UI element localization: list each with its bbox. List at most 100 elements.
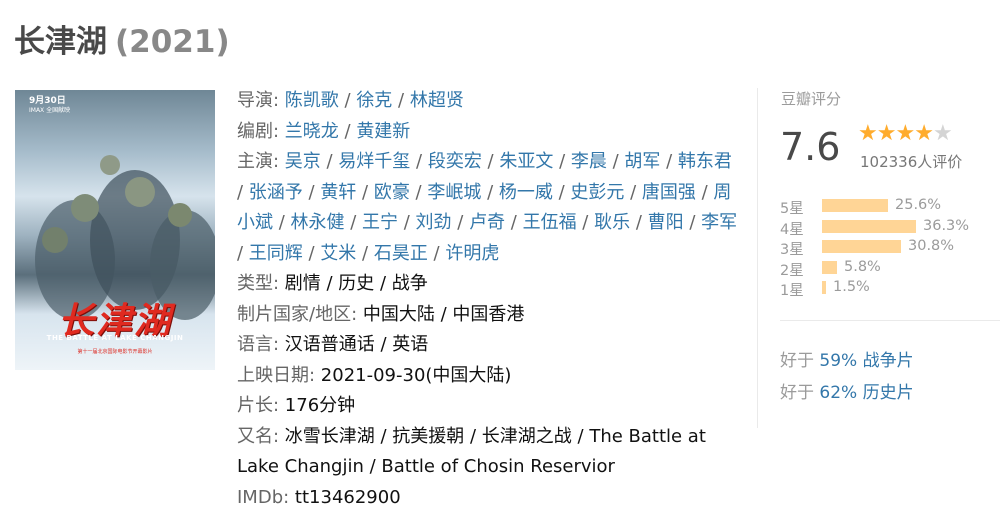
cast-link[interactable]: 艾米 [320, 243, 356, 264]
cast-link[interactable]: 许明虎 [445, 243, 499, 264]
cast-link[interactable]: 段奕宏 [428, 151, 482, 172]
aka-label: 又名 [237, 425, 273, 447]
cast-link[interactable]: 杨一威 [499, 182, 553, 203]
distribution-label: 4星 [780, 221, 804, 238]
cast-link[interactable]: 张涵予 [249, 182, 303, 203]
cast-link[interactable]: 王宁 [362, 212, 398, 233]
country-label: 制片国家/地区 [237, 303, 352, 325]
cast-link[interactable]: 史彭元 [570, 182, 624, 203]
separator: / [481, 151, 500, 172]
country-value: 中国大陆 / 中国香港 [362, 303, 525, 325]
distribution-row: 5星 25.6% [780, 197, 990, 218]
distribution-label: 2星 [780, 262, 804, 279]
separator: / [273, 212, 291, 233]
distribution-bar [822, 260, 837, 274]
imdb-label: IMDb [237, 486, 284, 508]
cast-link[interactable]: 王伍福 [523, 212, 577, 233]
cast-link[interactable]: 朱亚文 [499, 151, 553, 172]
separator: / [392, 90, 410, 111]
separator: / [552, 181, 571, 203]
separator: / [553, 151, 571, 172]
director-link[interactable]: 陈凯歌 [285, 90, 339, 111]
cast-link[interactable]: 耿乐 [594, 212, 630, 233]
cast-link[interactable]: 欧豪 [374, 182, 410, 203]
poster-footer: 第十一届北京国际电影节开幕影片 [77, 349, 153, 355]
separator: / [302, 242, 321, 264]
separator: / [630, 212, 648, 233]
director-link[interactable]: 徐克 [356, 90, 392, 111]
genre-label: 类型 [237, 273, 273, 294]
rating-score: 7.6 [780, 125, 841, 169]
better-than-prefix: 好于 [780, 351, 814, 371]
better-than-war-link[interactable]: 59% 战争片 [819, 351, 913, 371]
release-value: 2021-09-30(中国大陆) [320, 364, 512, 386]
writer-link[interactable]: 黄建新 [356, 121, 410, 142]
language-value: 汉语普通话 / 英语 [284, 334, 429, 355]
runtime-row: 片长: 176分钟 [237, 395, 356, 416]
separator: / [237, 181, 249, 203]
movie-year: (2021) [115, 24, 230, 60]
separator: / [576, 212, 595, 233]
cast-link[interactable]: 林永健 [291, 212, 345, 233]
separator: / [237, 242, 249, 264]
separator: / [451, 212, 470, 233]
cast-link[interactable]: 李军 [701, 212, 737, 233]
cast-link[interactable]: 胡军 [624, 151, 660, 172]
cast-link[interactable]: 吴京 [285, 151, 321, 172]
directors-row: 导演: 陈凯歌 / 徐克 / 林超贤 [237, 90, 464, 111]
star-icon: ★ [858, 121, 878, 146]
distribution-bar [822, 199, 888, 212]
distribution-bar [822, 219, 916, 233]
aka-value: 冰雪长津湖 / 抗美援朝 / 长津湖之战 / The Battle at Lak… [237, 425, 706, 478]
better-than-prefix: 好于 [780, 383, 814, 403]
directors-list: 陈凯歌 / 徐克 / 林超贤 [285, 90, 464, 111]
directors-label: 导演 [237, 90, 273, 111]
genre-value: 剧情 / 历史 / 战争 [284, 273, 428, 294]
cast-link[interactable]: 王同辉 [249, 243, 303, 264]
cast-link[interactable]: 石昊正 [374, 243, 428, 264]
better-than-history-link[interactable]: 62% 历史片 [819, 383, 913, 403]
separator: / [302, 181, 321, 203]
cast-link[interactable]: 卢奇 [469, 212, 505, 233]
aka-row: 又名: 冰雪长津湖 / 抗美援朝 / 长津湖之战 / The Battle at… [237, 425, 706, 478]
distribution-percent: 30.8% [908, 238, 955, 254]
better-than-row: 好于 59% 战争片 [780, 346, 914, 371]
separator: / [320, 151, 339, 172]
separator: / [660, 151, 678, 172]
cast-link[interactable]: 易烊千玺 [338, 151, 410, 172]
separator: / [695, 181, 714, 203]
release-row: 上映日期: 2021-09-30(中国大陆) [237, 364, 512, 386]
poster-subtitle: IMAX 全国献映 [29, 107, 71, 114]
separator: / [344, 212, 363, 233]
distribution-label: 1星 [780, 283, 804, 299]
separator: / [398, 212, 416, 233]
separator: / [683, 212, 702, 233]
cast-link[interactable]: 黄轩 [320, 182, 356, 203]
cast-link[interactable]: 李岷城 [427, 182, 481, 203]
director-link[interactable]: 林超贤 [410, 90, 464, 111]
separator: / [338, 90, 357, 111]
distribution-label: 5星 [780, 201, 804, 217]
cast-link[interactable]: 唐国强 [642, 182, 696, 203]
rating-distribution: 5星 25.6% 4星 36.3% 3星 30.8% 2星 5.8% 1星 1.5% [780, 197, 990, 300]
cast-link[interactable]: 刘劲 [416, 212, 452, 233]
movie-poster[interactable]: 9月30日 IMAX 全国献映 长津湖 THE BATTLE AT LAKE C… [15, 90, 215, 370]
distribution-percent: 25.6% [895, 197, 942, 213]
language-label: 语言 [237, 334, 273, 355]
rating-label: 豆瓣评分 [781, 90, 842, 108]
rating-votes-link[interactable]: 102336人评价 [860, 151, 962, 172]
poster-title-en: THE BATTLE AT LAKE CHANGJIN [46, 334, 184, 342]
star-icon: ★ [876, 121, 897, 146]
star-icon: ★ [932, 121, 953, 146]
cast-link[interactable]: 李晨 [571, 151, 607, 172]
separator: / [338, 120, 357, 142]
cast-link[interactable]: 曹阳 [648, 212, 684, 233]
separator: / [356, 181, 374, 203]
distribution-percent: 1.5% [833, 279, 870, 295]
cast-link[interactable]: 韩东君 [678, 151, 732, 172]
movie-info: 导演: 陈凯歌 / 徐克 / 林超贤 编剧: 兰晓龙 / 黄建新 主演: 吴京 … [237, 86, 742, 513]
writer-link[interactable]: 兰晓龙 [285, 121, 339, 142]
imdb-value: tt13462900 [294, 486, 401, 508]
language-row: 语言: 汉语普通话 / 英语 [237, 334, 429, 355]
distribution-label: 3星 [780, 242, 804, 258]
